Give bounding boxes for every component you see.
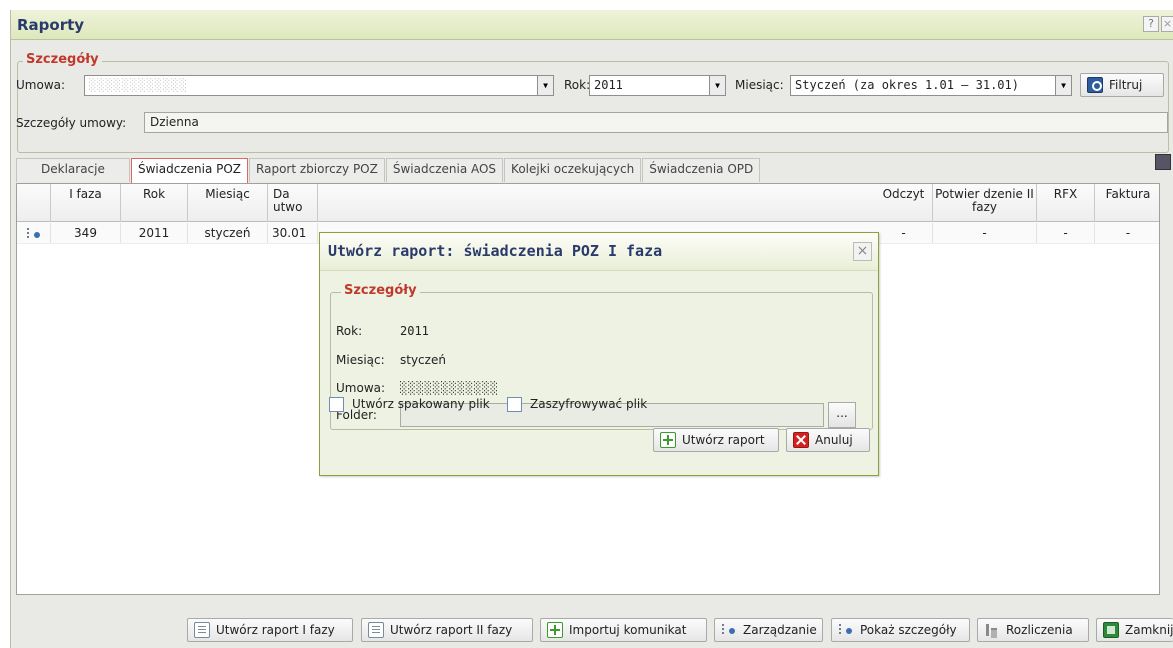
close-button[interactable]: Zamknij <box>1096 618 1173 642</box>
header-faktura[interactable]: Faktura <box>1095 184 1161 222</box>
dialog-details-legend: Szczegóły <box>341 283 420 298</box>
chevron-down-icon[interactable]: ▼ <box>709 76 725 95</box>
szczegoly-umowy-value: Dzienna <box>150 115 199 129</box>
list-icon <box>721 622 737 638</box>
zarzadzanie-label: Zarządzanie <box>743 623 817 637</box>
cancel-icon <box>793 432 809 448</box>
create-report-phase1-button[interactable]: Utwórz raport I fazy <box>187 618 353 642</box>
report-chart-icon <box>984 622 1000 638</box>
settlements-button[interactable]: Rozliczenia <box>977 618 1089 642</box>
zamknij-label: Zamknij <box>1125 623 1173 637</box>
header-icon-col <box>17 184 51 222</box>
dialog-close-icon[interactable]: × <box>853 242 872 261</box>
dialog-umowa-value: ░░░░░░░░░░░░ <box>400 381 499 395</box>
tab-swiadczenia-opd[interactable]: Świadczenia OPD <box>642 158 761 182</box>
chevron-down-icon[interactable]: ▼ <box>1055 76 1071 95</box>
cell-ifaza[interactable]: 349 <box>51 223 121 243</box>
document-icon <box>194 622 210 638</box>
cancel-label: Anuluj <box>815 433 853 447</box>
close-door-icon <box>1103 622 1119 638</box>
cancel-button[interactable]: Anuluj <box>786 428 870 452</box>
tab-swiadczenia-poz[interactable]: Świadczenia POZ <box>131 158 249 183</box>
raport2-label: Utwórz raport II fazy <box>390 623 513 637</box>
umowa-label: Umowa: <box>16 78 66 92</box>
row-status-icon <box>17 223 51 243</box>
cell-rok[interactable]: 2011 <box>121 223 188 243</box>
help-button[interactable]: ? <box>1143 16 1159 32</box>
rok-value: 2011 <box>594 78 623 92</box>
tab-deklaracje[interactable]: Deklaracje <box>16 158 130 182</box>
plus-icon <box>660 432 676 448</box>
grid-header: I faza Rok Miesiąc Da utwo Odczyt Potwie… <box>17 184 1159 222</box>
header-rfx[interactable]: RFX <box>1037 184 1095 222</box>
window-titlebar: Raporty ? × <box>11 10 1173 40</box>
import-message-button[interactable]: Importuj komunikat <box>540 618 707 642</box>
details-legend: Szczegóły <box>23 52 102 67</box>
tab-raport-zbiorczy-poz[interactable]: Raport zbiorczy POZ <box>249 158 385 182</box>
manage-button[interactable]: Zarządzanie <box>714 618 823 642</box>
plus-icon <box>547 622 563 638</box>
dialog-umowa-label: Umowa: <box>336 381 386 395</box>
cell-odczyt[interactable]: - <box>875 223 933 243</box>
show-details-button[interactable]: Pokaż szczegóły <box>831 618 970 642</box>
dialog-miesiac-value: styczeń <box>400 353 446 367</box>
filter-icon <box>1087 77 1103 93</box>
dialog-miesiac-label: Miesiąc: <box>336 353 385 367</box>
window-title: Raporty <box>17 16 85 34</box>
report-icon <box>26 226 42 242</box>
rok-label: Rok: <box>564 78 591 92</box>
miesiac-select[interactable]: Styczeń (za okres 1.01 – 31.01) ▼ <box>790 75 1072 96</box>
dialog-rok-value: 2011 <box>400 324 429 338</box>
umowa-value: ░░░░░░░░░░░░ <box>89 78 188 92</box>
filter-button[interactable]: Filtruj <box>1080 73 1164 97</box>
list-icon <box>838 622 854 638</box>
zip-label: Utwórz spakowany plik <box>352 397 490 411</box>
cell-data[interactable]: 30.01 <box>268 223 318 243</box>
importuj-label: Importuj komunikat <box>569 623 687 637</box>
rok-select[interactable]: 2011 ▼ <box>589 75 726 96</box>
umowa-select[interactable]: ░░░░░░░░░░░░ ▼ <box>84 75 554 96</box>
create-report-label: Utwórz raport <box>682 433 765 447</box>
szczegoly-umowy-label: Szczegóły umowy: <box>16 116 127 130</box>
cell-potwierdzenie[interactable]: - <box>933 223 1037 243</box>
dialog-title: Utwórz raport: świadczenia POZ I faza <box>328 242 663 260</box>
pokaz-label: Pokaż szczegóły <box>860 623 957 637</box>
header-data[interactable]: Da utwo <box>268 184 318 222</box>
cell-faktura[interactable]: - <box>1095 223 1161 243</box>
browse-folder-button[interactable]: ... <box>828 402 856 428</box>
header-ifaza[interactable]: I faza <box>51 184 121 222</box>
tab-kolejki-oczekujacych[interactable]: Kolejki oczekujących <box>504 158 642 182</box>
header-rok[interactable]: Rok <box>121 184 188 222</box>
tab-bar: Deklaracje Świadczenia POZ Raport zbiorc… <box>16 158 761 183</box>
create-report-phase2-button[interactable]: Utwórz raport II fazy <box>361 618 533 642</box>
miesiac-label: Miesiąc: <box>735 78 784 92</box>
cell-rfx[interactable]: - <box>1037 223 1095 243</box>
encrypt-checkbox[interactable] <box>507 397 522 412</box>
szczegoly-umowy-field: Dzienna <box>144 112 1168 133</box>
create-report-button[interactable]: Utwórz raport <box>653 428 779 452</box>
header-odczyt[interactable]: Odczyt <box>875 184 933 222</box>
filter-label: Filtruj <box>1109 78 1143 92</box>
miesiac-value: Styczeń (za okres 1.01 – 31.01) <box>795 78 1019 92</box>
dialog-rok-label: Rok: <box>336 324 363 338</box>
rozliczenia-label: Rozliczenia <box>1006 623 1073 637</box>
dialog-titlebar: Utwórz raport: świadczenia POZ I faza × <box>320 233 878 271</box>
document-icon <box>368 622 384 638</box>
create-report-dialog: Utwórz raport: świadczenia POZ I faza × … <box>319 232 879 476</box>
export-icon[interactable] <box>1155 154 1171 170</box>
window-close-button[interactable]: × <box>1161 16 1173 32</box>
zip-checkbox[interactable] <box>329 397 344 412</box>
encrypt-label: Zaszyfrowywać plik <box>530 397 648 411</box>
header-potwierdzenie[interactable]: Potwier dzenie II fazy <box>933 184 1037 222</box>
header-miesiac[interactable]: Miesiąc <box>188 184 268 222</box>
tab-swiadczenia-aos[interactable]: Świadczenia AOS <box>385 158 504 182</box>
cell-miesiac[interactable]: styczeń <box>188 223 268 243</box>
chevron-down-icon[interactable]: ▼ <box>537 76 553 95</box>
raport1-label: Utwórz raport I fazy <box>216 623 335 637</box>
